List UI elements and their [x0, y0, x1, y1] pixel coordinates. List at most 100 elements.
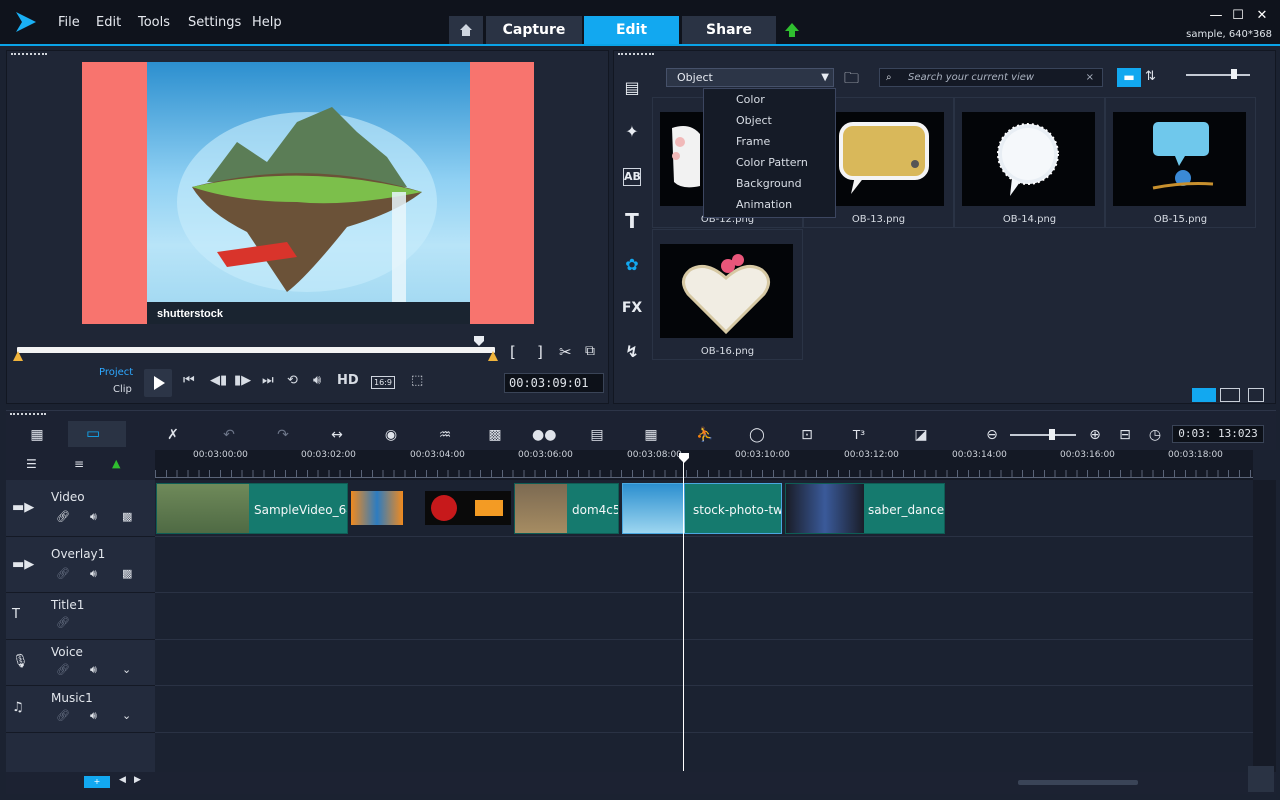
multi-camera-icon[interactable]: ▦	[640, 425, 662, 445]
close-button[interactable]: ✕	[1252, 8, 1272, 24]
track-header-voice[interactable]: 🎙︎ Voice 🔗︎ 🔊︎ ⌄	[6, 640, 155, 686]
timeline-playhead-icon[interactable]	[678, 452, 690, 464]
upload-arrow-icon[interactable]	[784, 22, 800, 38]
link-icon[interactable]: 🔗︎	[56, 510, 70, 523]
title-tab-icon[interactable]: T	[618, 207, 646, 235]
ripple-icon[interactable]: ▩	[122, 567, 132, 580]
transition-thumbnail[interactable]	[351, 491, 403, 525]
zoom-out-icon[interactable]: ⊖	[981, 425, 1003, 445]
timeline-timecode[interactable]: 0:03: 13:023	[1172, 425, 1264, 443]
track-manager-icon[interactable]: ☰	[26, 457, 37, 471]
resize-corner[interactable]	[1248, 766, 1274, 792]
menu-edit[interactable]: Edit	[96, 15, 121, 30]
panel-grip[interactable]	[618, 53, 654, 56]
repeat-icon[interactable]: ⟲	[287, 373, 298, 388]
video-clip[interactable]: dom4c5c	[514, 483, 619, 534]
minimize-button[interactable]: —	[1206, 8, 1226, 24]
pan-zoom-icon[interactable]: ⊡	[796, 425, 818, 445]
storyboard-view-icon[interactable]: ▦	[26, 425, 48, 445]
timeline-tracks[interactable]: SampleVideo_64 dom4c5c stock-photo-two- …	[155, 480, 1253, 772]
clear-search-icon[interactable]: ×	[1086, 69, 1094, 86]
track-header-title1[interactable]: T Title1 🔗︎	[6, 593, 155, 640]
video-lane[interactable]: SampleVideo_64 dom4c5c stock-photo-two- …	[155, 480, 1253, 537]
panel-grip[interactable]	[11, 53, 47, 56]
video-clip[interactable]: SampleVideo_64	[156, 483, 348, 534]
volume-icon[interactable]: 🔊︎	[313, 373, 321, 388]
video-clip-selected[interactable]: stock-photo-two-	[622, 483, 782, 534]
clip-mode-label[interactable]: Clip	[113, 384, 132, 395]
menu-item-color[interactable]: Color	[704, 89, 835, 110]
go-start-icon[interactable]: ⏮	[183, 373, 195, 388]
menu-tools[interactable]: Tools	[138, 15, 170, 30]
edit-tab[interactable]: Edit	[584, 16, 679, 44]
playhead-marker-icon[interactable]	[473, 335, 485, 347]
mark-out-icon[interactable]: ]	[537, 343, 543, 361]
capture-tab[interactable]: Capture	[486, 16, 582, 44]
fit-timeline-icon[interactable]: ⊟	[1114, 425, 1136, 445]
3d-title-icon[interactable]: T³	[848, 425, 870, 445]
music-lane[interactable]	[155, 686, 1253, 733]
transition-tab-icon[interactable]: AB	[623, 168, 641, 186]
panel-grip[interactable]	[10, 413, 46, 416]
project-mode-label[interactable]: Project	[99, 367, 133, 378]
audio-mixer-icon[interactable]: ♒	[434, 425, 456, 445]
mute-icon[interactable]: 🔊︎	[90, 663, 97, 677]
zoom-in-icon[interactable]: ⊕	[1084, 425, 1106, 445]
go-end-icon[interactable]: ⏭	[262, 373, 274, 388]
fx-tab-icon[interactable]: FX	[618, 294, 646, 322]
ripple-edit-icon[interactable]: ▲	[112, 457, 120, 470]
menu-item-frame[interactable]: Frame	[704, 131, 835, 152]
mute-icon[interactable]: 🔊︎	[90, 510, 97, 524]
scroll-left-icon[interactable]: ◀	[119, 775, 126, 785]
home-button[interactable]	[449, 16, 483, 44]
split-clip-icon[interactable]: ✂	[559, 343, 572, 361]
subtitle-editor-icon[interactable]: ▤	[586, 425, 608, 445]
browse-folder-icon[interactable]: 🗀	[844, 68, 859, 93]
voice-lane[interactable]	[155, 640, 1253, 686]
record-capture-icon[interactable]: ◉	[380, 425, 402, 445]
chevron-down-icon[interactable]: ⌄	[122, 663, 131, 676]
split-screen-icon[interactable]: ◪	[910, 425, 932, 445]
chevron-down-icon[interactable]: ⌄	[122, 709, 131, 722]
timeline-ruler[interactable]: 00:03:00:00 00:03:02:00 00:03:04:00 00:0…	[155, 450, 1253, 480]
track-header-video[interactable]: ▬▶ Video 🔗︎ 🔊︎ ▩	[6, 480, 155, 537]
copy-icon[interactable]: ⧉	[585, 343, 595, 359]
menu-settings[interactable]: Settings	[188, 15, 241, 30]
search-input[interactable]: ⌕ Search your current view ×	[879, 68, 1103, 87]
fit-project-icon[interactable]: ↔	[326, 425, 348, 445]
path-tab-icon[interactable]: ↯	[618, 338, 646, 366]
graphics-tab-icon[interactable]: ✿	[618, 251, 646, 279]
ripple-icon[interactable]: ▩	[122, 510, 132, 523]
player-timecode[interactable]: 00:03:09:01	[504, 373, 604, 393]
title-lane[interactable]	[155, 593, 1253, 640]
track-header-music1[interactable]: ♫ Music1 🔗︎ 🔊︎ ⌄	[6, 686, 155, 733]
hd-button[interactable]: HD	[337, 373, 359, 388]
scrub-bar[interactable]	[17, 347, 495, 353]
undo-icon[interactable]: ↶	[218, 425, 240, 445]
menu-help[interactable]: Help	[252, 15, 282, 30]
vertical-scrollbar[interactable]	[1253, 480, 1276, 772]
media-tab-icon[interactable]: ▤	[618, 74, 646, 102]
edit-library-icon[interactable]	[1248, 388, 1264, 402]
play-button[interactable]	[144, 369, 172, 397]
link-icon[interactable]: 🔗︎	[56, 663, 70, 676]
redo-icon[interactable]: ↷	[272, 425, 294, 445]
link-icon[interactable]: 🔗︎	[56, 616, 70, 629]
link-icon[interactable]: 🔗︎	[56, 709, 70, 722]
add-track-button[interactable]: +	[84, 776, 110, 788]
video-clip[interactable]: saber_dance.g	[785, 483, 945, 534]
link-icon[interactable]: 🔗︎	[56, 567, 70, 580]
zoom-slider[interactable]	[1010, 434, 1076, 436]
timeline-playhead[interactable]	[683, 455, 684, 771]
mask-creator-icon[interactable]: ◯	[746, 425, 768, 445]
add-track-icon[interactable]: ≡	[74, 457, 84, 471]
mute-icon[interactable]: 🔊︎	[90, 709, 97, 723]
next-frame-icon[interactable]: ▮▶	[234, 373, 251, 388]
menu-item-background[interactable]: Background	[704, 173, 835, 194]
overlay-clip[interactable]	[425, 491, 511, 525]
maximize-button[interactable]: ☐	[1228, 8, 1248, 24]
tools-icon[interactable]: ✗	[162, 425, 184, 445]
library-thumb[interactable]: OB-16.png	[652, 229, 803, 360]
track-header-overlay1[interactable]: ▬▶ Overlay1 🔗︎ 🔊︎ ▩	[6, 537, 155, 593]
library-thumb[interactable]: OB-15.png	[1105, 97, 1256, 228]
